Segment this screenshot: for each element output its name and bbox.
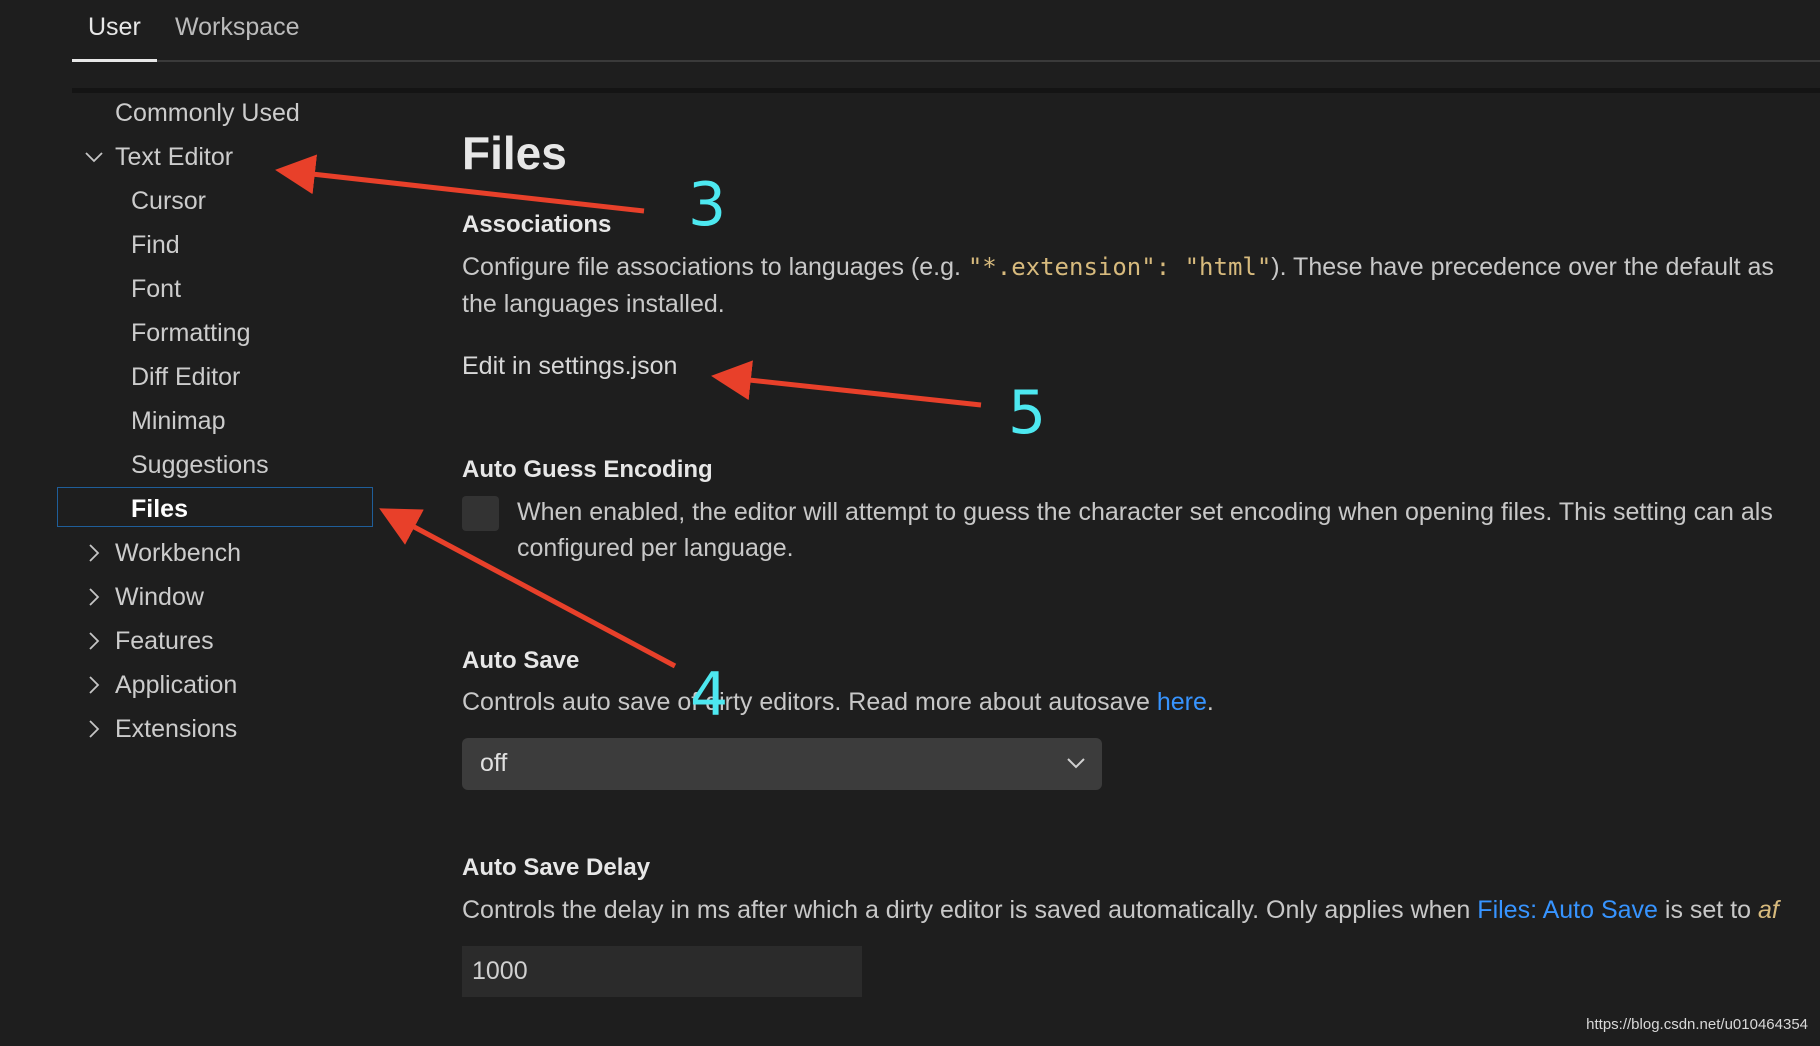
setting-title-associations: Associations bbox=[462, 211, 612, 238]
desc-text: is set to bbox=[1657, 896, 1758, 924]
sidebar-item-font[interactable]: Font bbox=[131, 267, 181, 311]
sidebar-item-extensions[interactable]: Extensions bbox=[115, 707, 237, 751]
tab-workspace[interactable]: Workspace bbox=[175, 13, 300, 42]
setting-desc-auto-save: Controls auto save of dirty editors. Rea… bbox=[462, 688, 1214, 717]
setting-desc-auto-guess-line2: configured per language. bbox=[517, 534, 794, 562]
annotation-number-5: 5 bbox=[1008, 378, 1047, 448]
chevron-right-icon[interactable] bbox=[84, 587, 104, 607]
selected-item-outline bbox=[57, 487, 373, 527]
setting-desc-associations: Configure file associations to languages… bbox=[462, 253, 1774, 282]
page-title: Files bbox=[462, 127, 567, 179]
desc-text: . bbox=[1206, 688, 1214, 716]
desc-text: Controls auto save of dirty editors. Rea… bbox=[462, 688, 1157, 716]
sidebar-item-formatting[interactable]: Formatting bbox=[131, 311, 250, 355]
chevron-down-icon[interactable] bbox=[84, 147, 104, 167]
sidebar-item-commonly-used[interactable]: Commonly Used bbox=[115, 91, 300, 135]
desc-code: af bbox=[1758, 896, 1779, 924]
files-auto-save-link[interactable]: Files: Auto Save bbox=[1477, 896, 1658, 924]
setting-desc-auto-save-delay: Controls the delay in ms after which a d… bbox=[462, 896, 1779, 925]
auto-save-dropdown[interactable]: off bbox=[462, 738, 1102, 790]
chevron-right-icon[interactable] bbox=[84, 543, 104, 563]
sidebar-item-suggestions[interactable]: Suggestions bbox=[131, 443, 269, 487]
sidebar-item-minimap[interactable]: Minimap bbox=[131, 399, 225, 443]
sidebar-item-find[interactable]: Find bbox=[131, 223, 180, 267]
annotation-number-3: 3 bbox=[688, 170, 727, 240]
desc-text: Controls the delay in ms after which a d… bbox=[462, 896, 1478, 924]
setting-desc-associations-line2: the languages installed. bbox=[462, 290, 725, 318]
sidebar-item-window[interactable]: Window bbox=[115, 575, 204, 619]
autosave-here-link[interactable]: here bbox=[1157, 688, 1207, 716]
sidebar-item-text-editor[interactable]: Text Editor bbox=[115, 135, 233, 179]
chevron-down-icon bbox=[1067, 758, 1085, 769]
annotation-number-4: 4 bbox=[690, 660, 729, 730]
setting-title-auto-save-delay: Auto Save Delay bbox=[462, 854, 651, 881]
arrow-to-edit-settings bbox=[711, 360, 982, 408]
sidebar-item-workbench[interactable]: Workbench bbox=[115, 531, 241, 575]
header-shadow bbox=[72, 88, 1820, 93]
dropdown-value: off bbox=[480, 749, 508, 777]
tab-divider bbox=[72, 60, 1820, 62]
sidebar-item-cursor[interactable]: Cursor bbox=[131, 179, 206, 223]
desc-text: ). These have precedence over the defaul… bbox=[1271, 253, 1774, 281]
setting-title-auto-save: Auto Save bbox=[462, 647, 580, 674]
auto-guess-encoding-checkbox[interactable] bbox=[462, 496, 499, 531]
edit-in-settings-json-link[interactable]: Edit in settings.json bbox=[462, 352, 677, 381]
desc-text: Configure file associations to languages… bbox=[462, 253, 968, 281]
sidebar-item-diff-editor[interactable]: Diff Editor bbox=[131, 355, 240, 399]
setting-desc-auto-guess: When enabled, the editor will attempt to… bbox=[517, 498, 1773, 526]
setting-title-auto-guess-encoding: Auto Guess Encoding bbox=[462, 456, 713, 483]
auto-save-delay-input[interactable] bbox=[462, 946, 862, 997]
active-tab-indicator bbox=[72, 59, 157, 62]
chevron-right-icon[interactable] bbox=[84, 631, 104, 651]
watermark: https://blog.csdn.net/u010464354 bbox=[1586, 1016, 1808, 1033]
tab-user[interactable]: User bbox=[88, 13, 141, 42]
chevron-right-icon[interactable] bbox=[84, 675, 104, 695]
sidebar-item-features[interactable]: Features bbox=[115, 619, 214, 663]
desc-code: "*.extension": "html" bbox=[967, 253, 1272, 281]
sidebar-item-application[interactable]: Application bbox=[115, 663, 237, 707]
chevron-right-icon[interactable] bbox=[84, 719, 104, 739]
